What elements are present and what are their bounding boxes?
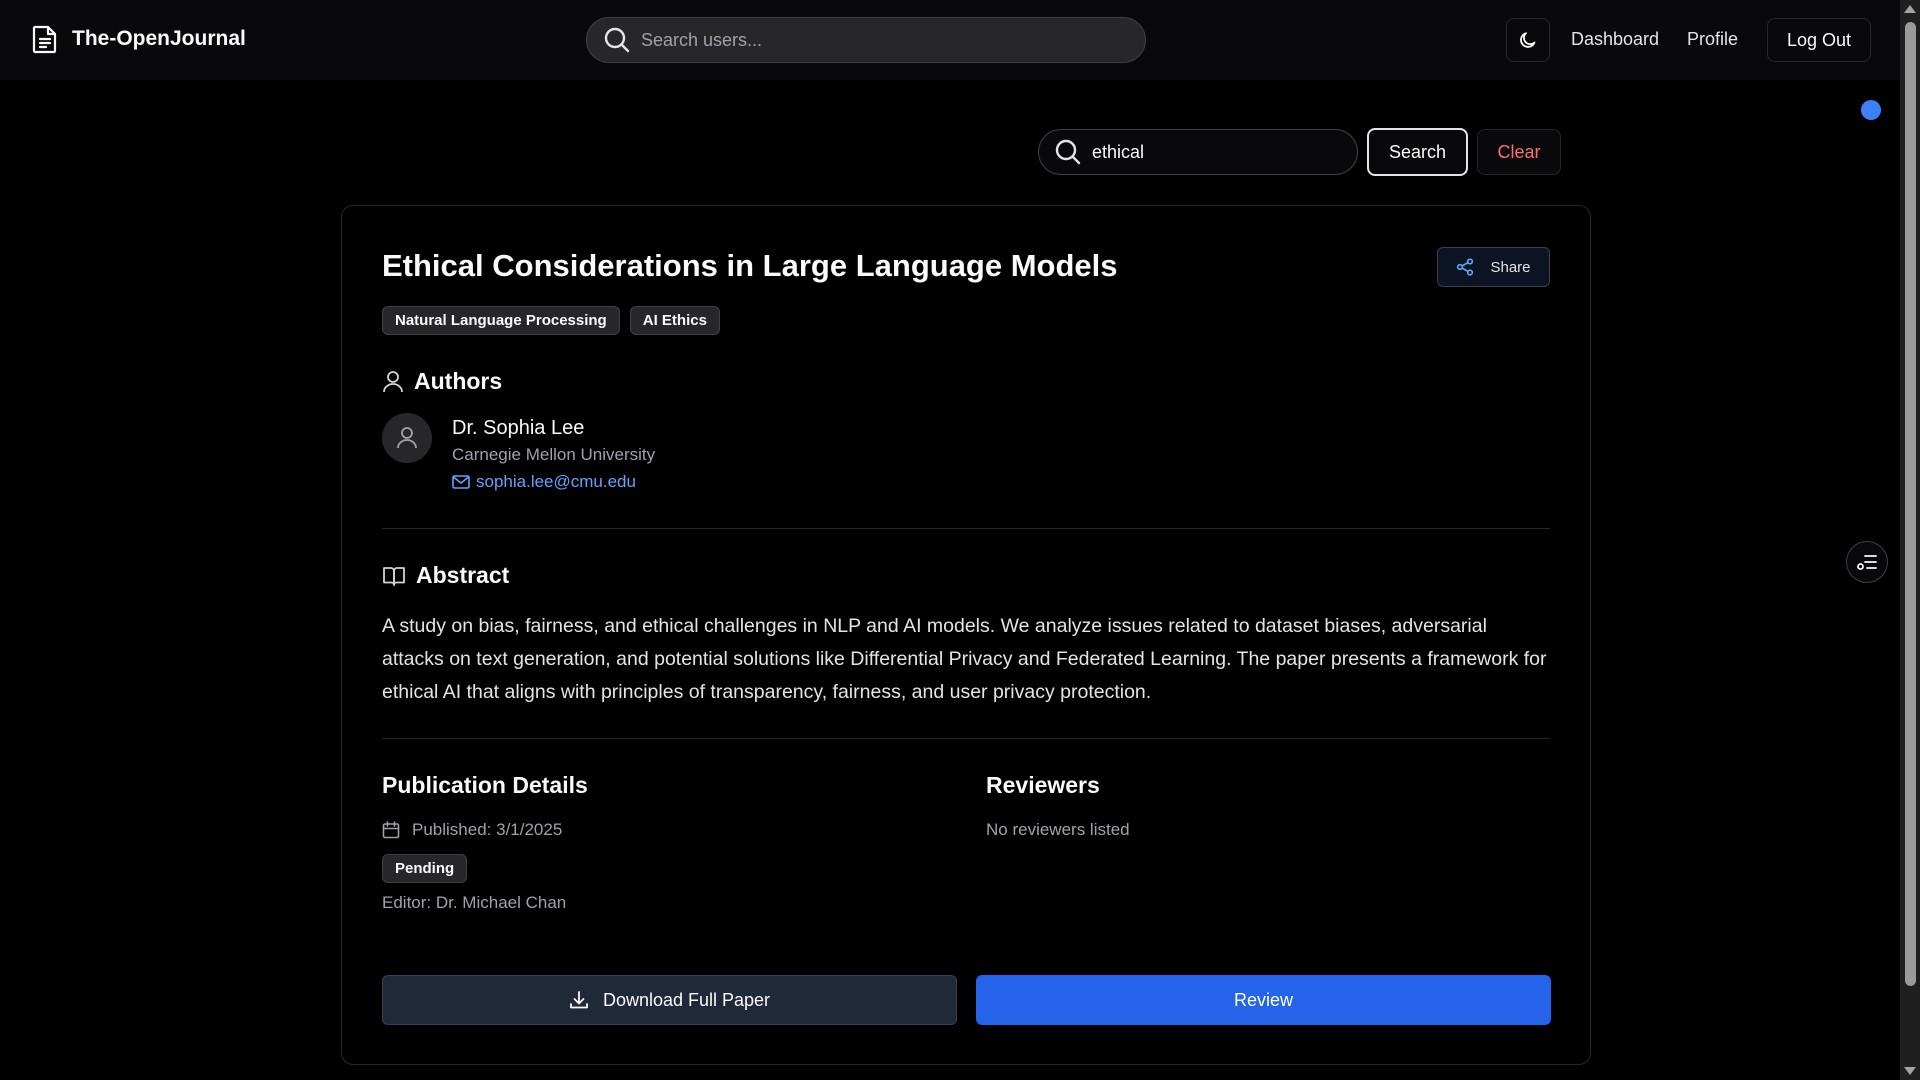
- publication-details-heading: Publication Details: [382, 772, 588, 798]
- book-open-icon: [382, 565, 406, 587]
- share-button[interactable]: Share: [1437, 247, 1550, 287]
- calendar-icon: [382, 821, 400, 839]
- abstract-text: A study on bias, fairness, and ethical c…: [382, 615, 1547, 703]
- reviewers-heading: Reviewers: [986, 772, 1100, 798]
- search-icon: [603, 26, 631, 54]
- author-email-link[interactable]: sophia.lee@cmu.edu: [452, 472, 636, 492]
- published-date-text: Published: 3/1/2025: [412, 820, 563, 839]
- app-title: The-OpenJournal: [72, 27, 246, 50]
- download-label: Download Full Paper: [602, 989, 771, 1010]
- page-scrollbar[interactable]: [1900, 0, 1920, 1080]
- document-icon: [32, 24, 58, 54]
- topic-tags: Natural Language Processing AI Ethics: [382, 306, 720, 335]
- review-button[interactable]: Review: [976, 975, 1551, 1025]
- filter-settings-button[interactable]: [1846, 541, 1888, 583]
- paper-search-box[interactable]: [1038, 129, 1358, 175]
- paper-card: Ethical Considerations in Large Language…: [341, 205, 1591, 1065]
- brand[interactable]: The-OpenJournal: [32, 24, 246, 54]
- author-affiliation: Carnegie Mellon University: [452, 445, 656, 464]
- paper-title: Ethical Considerations in Large Language…: [382, 248, 1118, 283]
- topic-tag: Natural Language Processing: [382, 306, 620, 335]
- topic-tag: AI Ethics: [629, 306, 720, 335]
- status-indicator-dot: [1861, 100, 1881, 120]
- scrollbar-thumb[interactable]: [1905, 22, 1916, 986]
- theme-toggle-button[interactable]: [1506, 18, 1550, 62]
- nav-link-profile[interactable]: Profile: [1687, 29, 1738, 50]
- scroll-down-arrow-icon[interactable]: [1904, 1067, 1916, 1075]
- authors-heading: Authors: [382, 368, 502, 395]
- search-button[interactable]: Search: [1367, 128, 1468, 176]
- scroll-up-arrow-icon[interactable]: [1904, 5, 1916, 13]
- paper-search-input[interactable]: [1092, 141, 1342, 163]
- no-reviewers-text: No reviewers listed: [986, 820, 1130, 839]
- abstract-heading: Abstract: [382, 562, 509, 589]
- top-nav: The-OpenJournal Dashboard Profile Log Ou…: [0, 0, 1900, 80]
- divider: [382, 738, 1550, 739]
- published-date: Published: 3/1/2025: [382, 820, 562, 840]
- author-name: Dr. Sophia Lee: [452, 417, 585, 439]
- author-avatar: [382, 413, 432, 463]
- user-search-box[interactable]: [586, 17, 1146, 63]
- user-icon: [397, 427, 417, 449]
- download-icon: [569, 990, 589, 1010]
- editor-name: Editor: Dr. Michael Chan: [382, 893, 567, 912]
- status-badge: Pending: [382, 854, 468, 883]
- user-icon: [382, 370, 404, 394]
- authors-heading-text: Authors: [414, 368, 503, 394]
- mail-icon: [452, 474, 470, 490]
- abstract-heading-text: Abstract: [416, 562, 510, 588]
- share-icon: [1456, 258, 1474, 276]
- divider: [382, 528, 1550, 529]
- share-label: Share: [1490, 258, 1531, 276]
- filter-settings-icon: [1856, 552, 1878, 572]
- nav-link-dashboard[interactable]: Dashboard: [1571, 29, 1659, 50]
- download-full-paper-button[interactable]: Download Full Paper: [382, 975, 957, 1025]
- search-icon: [1054, 138, 1082, 166]
- author-email[interactable]: sophia.lee@cmu.edu: [476, 472, 636, 492]
- user-search-input[interactable]: [641, 29, 1121, 51]
- moon-icon: [1518, 30, 1538, 50]
- logout-button[interactable]: Log Out: [1767, 18, 1871, 62]
- clear-button[interactable]: Clear: [1477, 129, 1561, 175]
